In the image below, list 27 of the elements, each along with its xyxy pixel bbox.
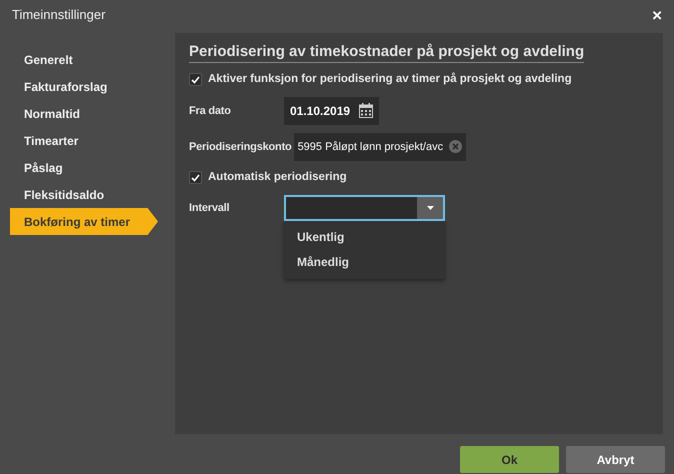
checkbox-label: Automatisk periodisering [208, 170, 347, 186]
dropdown-option[interactable]: Ukentlig [284, 224, 445, 250]
sidebar-item[interactable]: Fakturaforslag [10, 73, 158, 100]
checkbox-label: Aktiver funksjon for periodisering av timer på prosjekt og avdeling [208, 72, 572, 88]
checkbox[interactable] [189, 171, 202, 184]
section-heading: Periodisering av timekostnader på prosjekt og avdeling [189, 43, 584, 63]
sidebar-item[interactable]: Fleksitidsaldo [10, 181, 158, 208]
close-button[interactable]: × [652, 6, 662, 24]
ok-button[interactable]: Ok [460, 446, 559, 473]
calendar-icon[interactable] [359, 103, 373, 118]
field-label: Periodiseringskonto [189, 140, 293, 154]
date-field[interactable]: 01.10.2019 [284, 96, 379, 125]
sidebar-item[interactable]: Normaltid [10, 100, 158, 127]
caret-icon [426, 206, 434, 210]
sidebar-item[interactable]: Timearter [10, 127, 158, 154]
checkbox[interactable] [189, 73, 202, 86]
window-title: Timeinnstillinger [12, 6, 106, 24]
sidebar-item[interactable]: Påslag [10, 154, 158, 181]
sidebar-item[interactable]: Generelt [10, 46, 158, 73]
interval-select[interactable] [284, 194, 445, 221]
account-field[interactable]: 5995 Påløpt lønn prosjekt/avc [294, 132, 466, 161]
cancel-button[interactable]: Avbryt [566, 446, 665, 473]
clear-icon[interactable] [449, 140, 462, 154]
field-label: Fra dato [189, 104, 232, 118]
field-label: Intervall [189, 200, 230, 216]
sidebar-item[interactable]: Bokføring av timer [10, 208, 158, 235]
dropdown-option[interactable]: Månedlig [284, 250, 445, 275]
